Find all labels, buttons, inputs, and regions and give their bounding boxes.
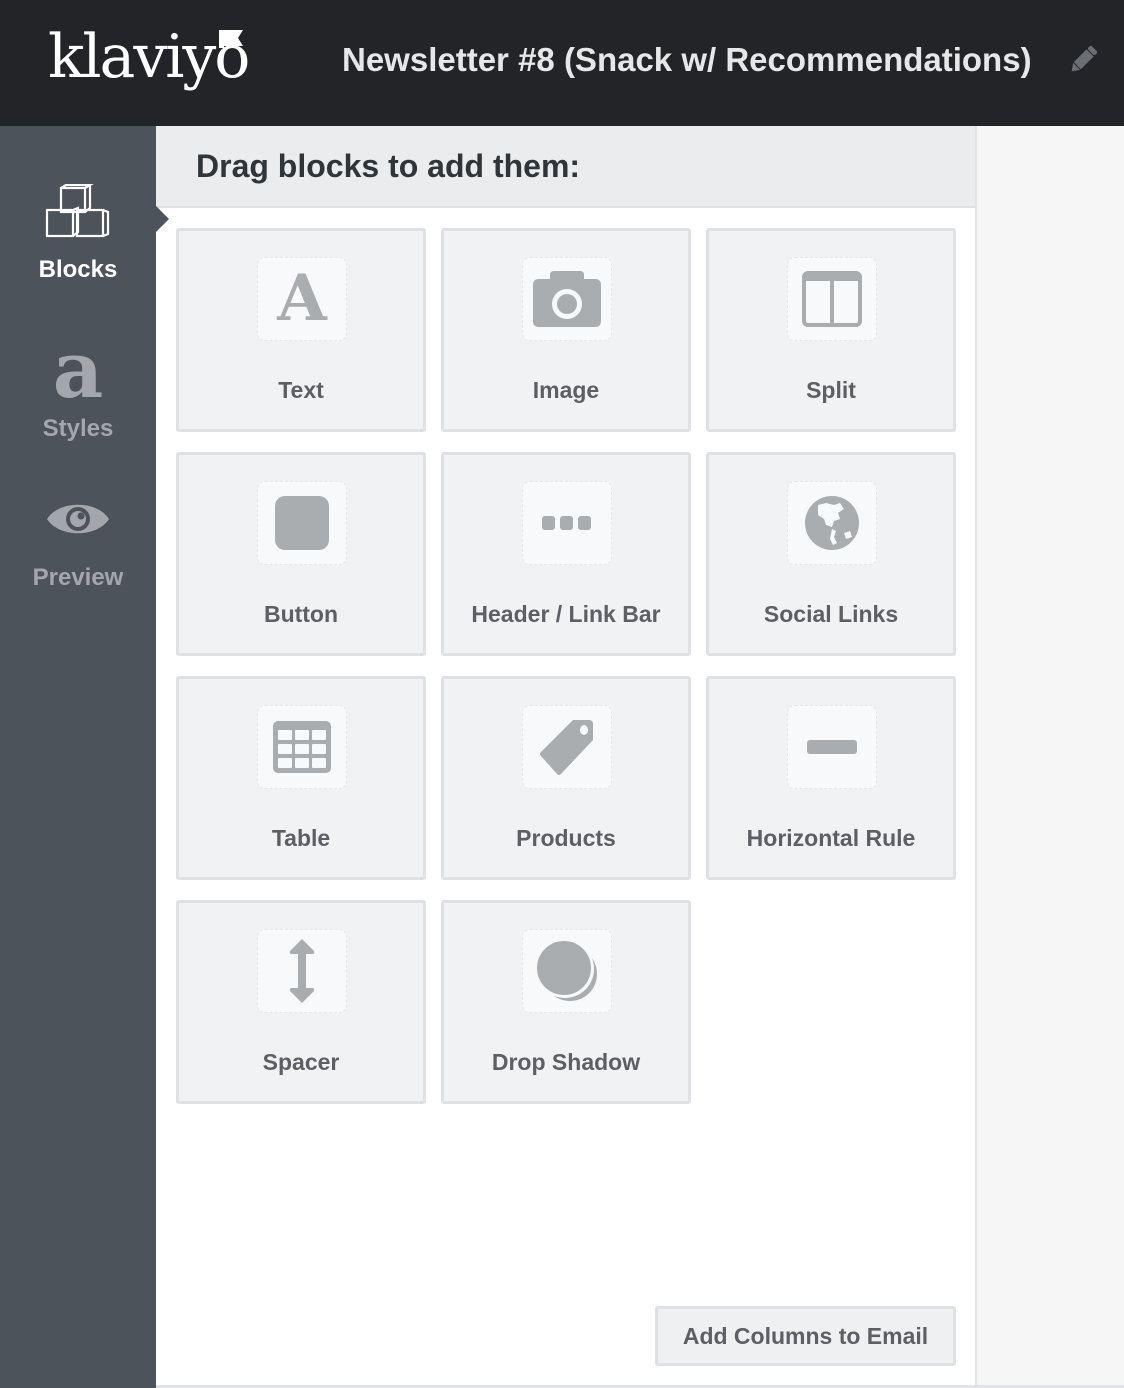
block-label: Table bbox=[271, 825, 331, 851]
block-split[interactable]: Split bbox=[706, 228, 956, 432]
block-image[interactable]: Image bbox=[441, 228, 691, 432]
letter-a-serif-icon: A bbox=[277, 261, 327, 336]
block-label: Image bbox=[532, 377, 600, 403]
block-label: Products bbox=[516, 825, 616, 851]
shadow-circle-icon bbox=[536, 940, 597, 1001]
block-label: Drop Shadow bbox=[491, 1049, 641, 1075]
block-label: Button bbox=[263, 601, 339, 627]
cubes-icon bbox=[45, 183, 110, 238]
logo-flag-icon bbox=[219, 30, 243, 48]
block-table[interactable]: Table bbox=[176, 676, 426, 880]
sidebar-label-styles: Styles bbox=[42, 415, 114, 442]
sidebar-item-blocks[interactable]: Blocks bbox=[0, 183, 156, 285]
pencil-icon[interactable] bbox=[1068, 44, 1098, 76]
letter-a-icon: a bbox=[52, 325, 104, 416]
horizontal-bar-icon bbox=[807, 740, 857, 754]
block-spacer[interactable]: Spacer bbox=[176, 900, 426, 1104]
table-grid-icon bbox=[273, 721, 331, 773]
block-horizontal-rule[interactable]: Horizontal Rule bbox=[706, 676, 956, 880]
block-text[interactable]: A Text bbox=[176, 228, 426, 432]
three-dots-icon bbox=[542, 516, 591, 530]
eye-icon bbox=[47, 504, 109, 534]
add-columns-button[interactable]: Add Columns to Email bbox=[655, 1306, 956, 1366]
top-bar: klaviyo Newsletter #8 (Snack w/ Recommen… bbox=[0, 0, 1124, 126]
blocks-panel: Drag blocks to add them: A Text Image Sp… bbox=[156, 126, 977, 1388]
camera-icon bbox=[533, 271, 601, 327]
block-drop-shadow[interactable]: Drop Shadow bbox=[441, 900, 691, 1104]
block-label: Split bbox=[806, 377, 856, 403]
panel-title: Drag blocks to add them: bbox=[196, 148, 581, 184]
block-label: Horizontal Rule bbox=[746, 825, 916, 851]
block-label: Social Links bbox=[763, 601, 899, 627]
block-header-link-bar[interactable]: Header / Link Bar bbox=[441, 452, 691, 656]
block-label: Header / Link Bar bbox=[471, 601, 661, 627]
rounded-square-icon bbox=[275, 496, 329, 550]
price-tag-icon bbox=[540, 720, 593, 775]
block-products[interactable]: Products bbox=[441, 676, 691, 880]
sidebar-label-preview: Preview bbox=[32, 564, 124, 591]
sidebar: Blocks a Styles Preview bbox=[0, 126, 156, 1388]
sidebar-item-styles[interactable]: a Styles bbox=[0, 332, 156, 444]
block-label: Text bbox=[278, 377, 324, 403]
sidebar-label-blocks: Blocks bbox=[38, 256, 118, 283]
split-columns-icon bbox=[802, 271, 862, 327]
block-label: Spacer bbox=[262, 1049, 340, 1075]
globe-icon bbox=[805, 496, 859, 550]
email-canvas-area bbox=[977, 126, 1124, 1388]
block-button[interactable]: Button bbox=[176, 452, 426, 656]
sidebar-item-preview[interactable]: Preview bbox=[0, 496, 156, 593]
vertical-arrows-icon bbox=[289, 939, 315, 1003]
active-tab-pointer bbox=[156, 206, 169, 232]
block-social-links[interactable]: Social Links bbox=[706, 452, 956, 656]
panel-header: Drag blocks to add them: bbox=[156, 126, 975, 208]
email-title[interactable]: Newsletter #8 (Snack w/ Recommendations) bbox=[342, 38, 1032, 82]
